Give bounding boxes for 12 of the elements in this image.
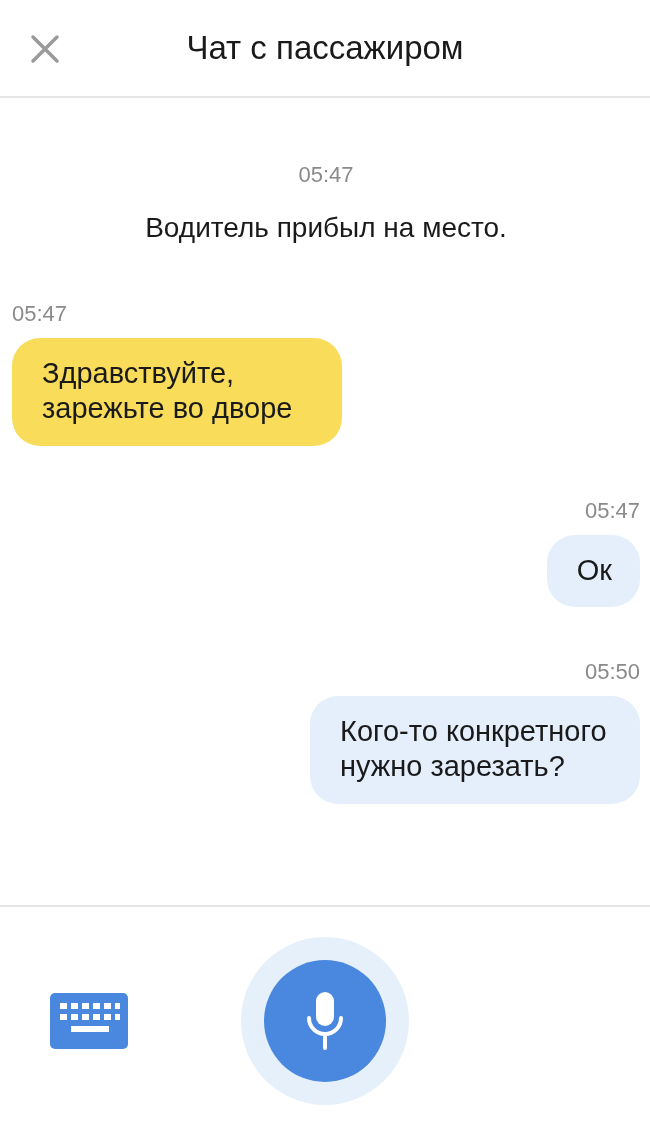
system-message: Водитель прибыл на место. (145, 211, 507, 245)
message-bubble: Ок (546, 534, 640, 608)
chat-title: Чат с пассажиром (186, 28, 464, 69)
message-time: 05:50 (584, 658, 640, 687)
keyboard-button[interactable] (50, 993, 128, 1049)
message-time: 05:47 (298, 161, 354, 189)
message-time: 05:47 (584, 496, 640, 525)
microphone-icon (305, 990, 345, 1052)
keyboard-icon (50, 993, 128, 1049)
message-time: 05:47 (12, 300, 68, 328)
message-bubble: Здравствуйте, зарежьте во дворе (12, 338, 342, 446)
message-bubble: Кого-то конкретного нужно зарезать? (310, 696, 640, 804)
